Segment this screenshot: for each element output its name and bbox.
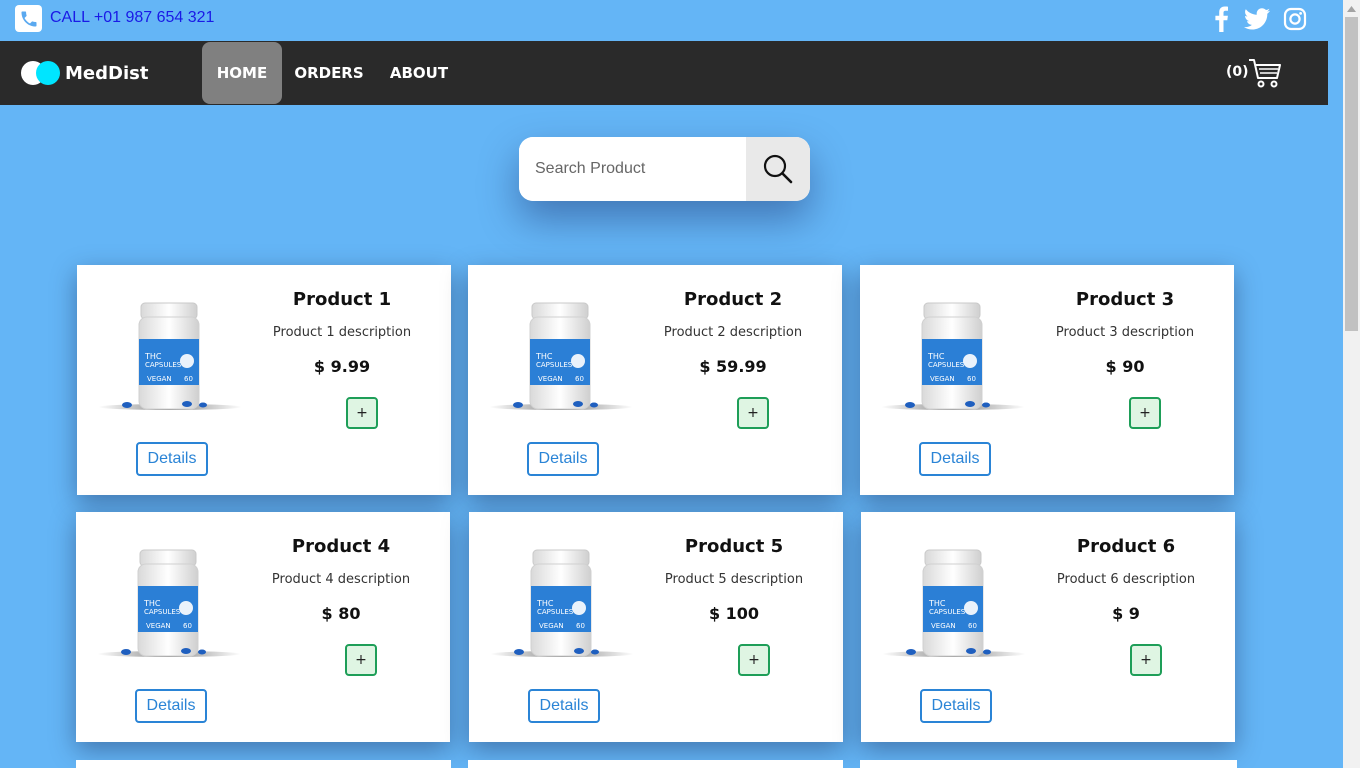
facebook-icon[interactable] [1208, 6, 1234, 32]
svg-text:VEGAN: VEGAN [147, 375, 172, 383]
search-icon [763, 154, 793, 184]
nav-about-label: ABOUT [389, 64, 449, 82]
partial-product-card [860, 760, 1237, 768]
product-description: Product 6 description [1056, 572, 1196, 587]
svg-text:THC: THC [143, 599, 161, 608]
svg-text:60: 60 [967, 375, 976, 383]
svg-text:THC: THC [536, 599, 554, 608]
details-button[interactable]: Details [528, 689, 600, 723]
svg-text:VEGAN: VEGAN [930, 375, 955, 383]
add-to-cart-button[interactable]: + [346, 397, 378, 429]
svg-text:60: 60 [575, 375, 584, 383]
add-to-cart-button[interactable]: + [738, 644, 770, 676]
svg-text:THC: THC [144, 352, 162, 361]
svg-text:THC: THC [927, 352, 945, 361]
product-price: $ 9.99 [313, 357, 371, 376]
nav-orders[interactable]: ORDERS [290, 41, 368, 105]
product-price: $ 100 [708, 604, 760, 623]
cart-count[interactable]: (0) [1226, 64, 1249, 80]
svg-text:VEGAN: VEGAN [539, 622, 564, 630]
svg-text:VEGAN: VEGAN [538, 375, 563, 383]
svg-text:CAPSULES: CAPSULES [144, 608, 181, 616]
product-price: $ 90 [1105, 357, 1145, 376]
search-box [519, 137, 810, 201]
twitter-icon[interactable] [1244, 6, 1270, 32]
details-button[interactable]: Details [920, 689, 992, 723]
product-price: $ 80 [321, 604, 361, 623]
product-image: THC CAPSULES VEGAN 60 [95, 295, 245, 420]
svg-text:CAPSULES: CAPSULES [145, 361, 182, 369]
svg-text:CAPSULES: CAPSULES [537, 608, 574, 616]
product-image: THC CAPSULES VEGAN 60 [879, 542, 1029, 667]
product-title: Product 2 [683, 289, 783, 310]
search-button[interactable] [746, 137, 810, 201]
product-description: Product 1 description [272, 325, 412, 340]
add-to-cart-button[interactable]: + [1130, 644, 1162, 676]
product-card: THC CAPSULES VEGAN 60 Product 6 Product … [861, 512, 1235, 742]
product-title: Product 1 [292, 289, 392, 310]
nav-orders-label: ORDERS [294, 64, 364, 82]
top-contact-bar: CALL +01 987 654 321 [0, 0, 1328, 41]
main-navbar: MedDist HOME ORDERS ABOUT (0) [0, 41, 1328, 105]
product-description: Product 4 description [271, 572, 411, 587]
nav-home-label: HOME [216, 64, 268, 82]
product-image: THC CAPSULES VEGAN 60 [878, 295, 1028, 420]
partial-product-card [468, 760, 843, 768]
svg-text:60: 60 [184, 375, 193, 383]
svg-text:60: 60 [183, 622, 192, 630]
product-title: Product 5 [684, 536, 784, 557]
search-input[interactable] [519, 137, 746, 201]
product-title: Product 4 [291, 536, 391, 557]
nav-about[interactable]: ABOUT [382, 41, 456, 105]
call-phone-number[interactable]: CALL +01 987 654 321 [50, 9, 214, 27]
svg-text:THC: THC [928, 599, 946, 608]
product-description: Product 3 description [1055, 325, 1195, 340]
details-button[interactable]: Details [135, 689, 207, 723]
product-card: THC CAPSULES VEGAN 60 Product 3 Product … [860, 265, 1234, 495]
product-description: Product 2 description [663, 325, 803, 340]
brand-logo-icon[interactable] [20, 60, 62, 86]
product-title: Product 6 [1076, 536, 1176, 557]
details-button[interactable]: Details [136, 442, 208, 476]
phone-icon [15, 5, 42, 32]
product-card: THC CAPSULES VEGAN 60 Product 2 Product … [468, 265, 842, 495]
svg-text:CAPSULES: CAPSULES [928, 361, 965, 369]
brand-name[interactable]: MedDist [65, 63, 148, 84]
instagram-icon[interactable] [1282, 6, 1308, 32]
add-to-cart-button[interactable]: + [1129, 397, 1161, 429]
details-button[interactable]: Details [527, 442, 599, 476]
svg-text:CAPSULES: CAPSULES [929, 608, 966, 616]
svg-text:VEGAN: VEGAN [931, 622, 956, 630]
partial-product-card [76, 760, 451, 768]
product-description: Product 5 description [664, 572, 804, 587]
nav-home[interactable]: HOME [202, 42, 282, 104]
product-card: THC CAPSULES VEGAN 60 Product 5 Product … [469, 512, 843, 742]
product-image: THC CAPSULES VEGAN 60 [487, 542, 637, 667]
product-price: $ 9 [1112, 604, 1140, 623]
scroll-up-arrow-icon[interactable] [1343, 0, 1360, 17]
svg-text:CAPSULES: CAPSULES [536, 361, 573, 369]
svg-text:60: 60 [576, 622, 585, 630]
svg-text:60: 60 [968, 622, 977, 630]
add-to-cart-button[interactable]: + [345, 644, 377, 676]
svg-text:THC: THC [535, 352, 553, 361]
svg-text:VEGAN: VEGAN [146, 622, 171, 630]
product-card: THC CAPSULES VEGAN 60 Product 4 Product … [76, 512, 450, 742]
product-image: THC CAPSULES VEGAN 60 [94, 542, 244, 667]
product-title: Product 3 [1075, 289, 1175, 310]
cart-icon[interactable] [1248, 57, 1282, 89]
add-to-cart-button[interactable]: + [737, 397, 769, 429]
product-price: $ 59.99 [699, 357, 767, 376]
product-image: THC CAPSULES VEGAN 60 [486, 295, 636, 420]
details-button[interactable]: Details [919, 442, 991, 476]
scrollbar-thumb[interactable] [1345, 17, 1358, 331]
product-card: THC CAPSULES VEGAN 60 Product 1 Product … [77, 265, 451, 495]
